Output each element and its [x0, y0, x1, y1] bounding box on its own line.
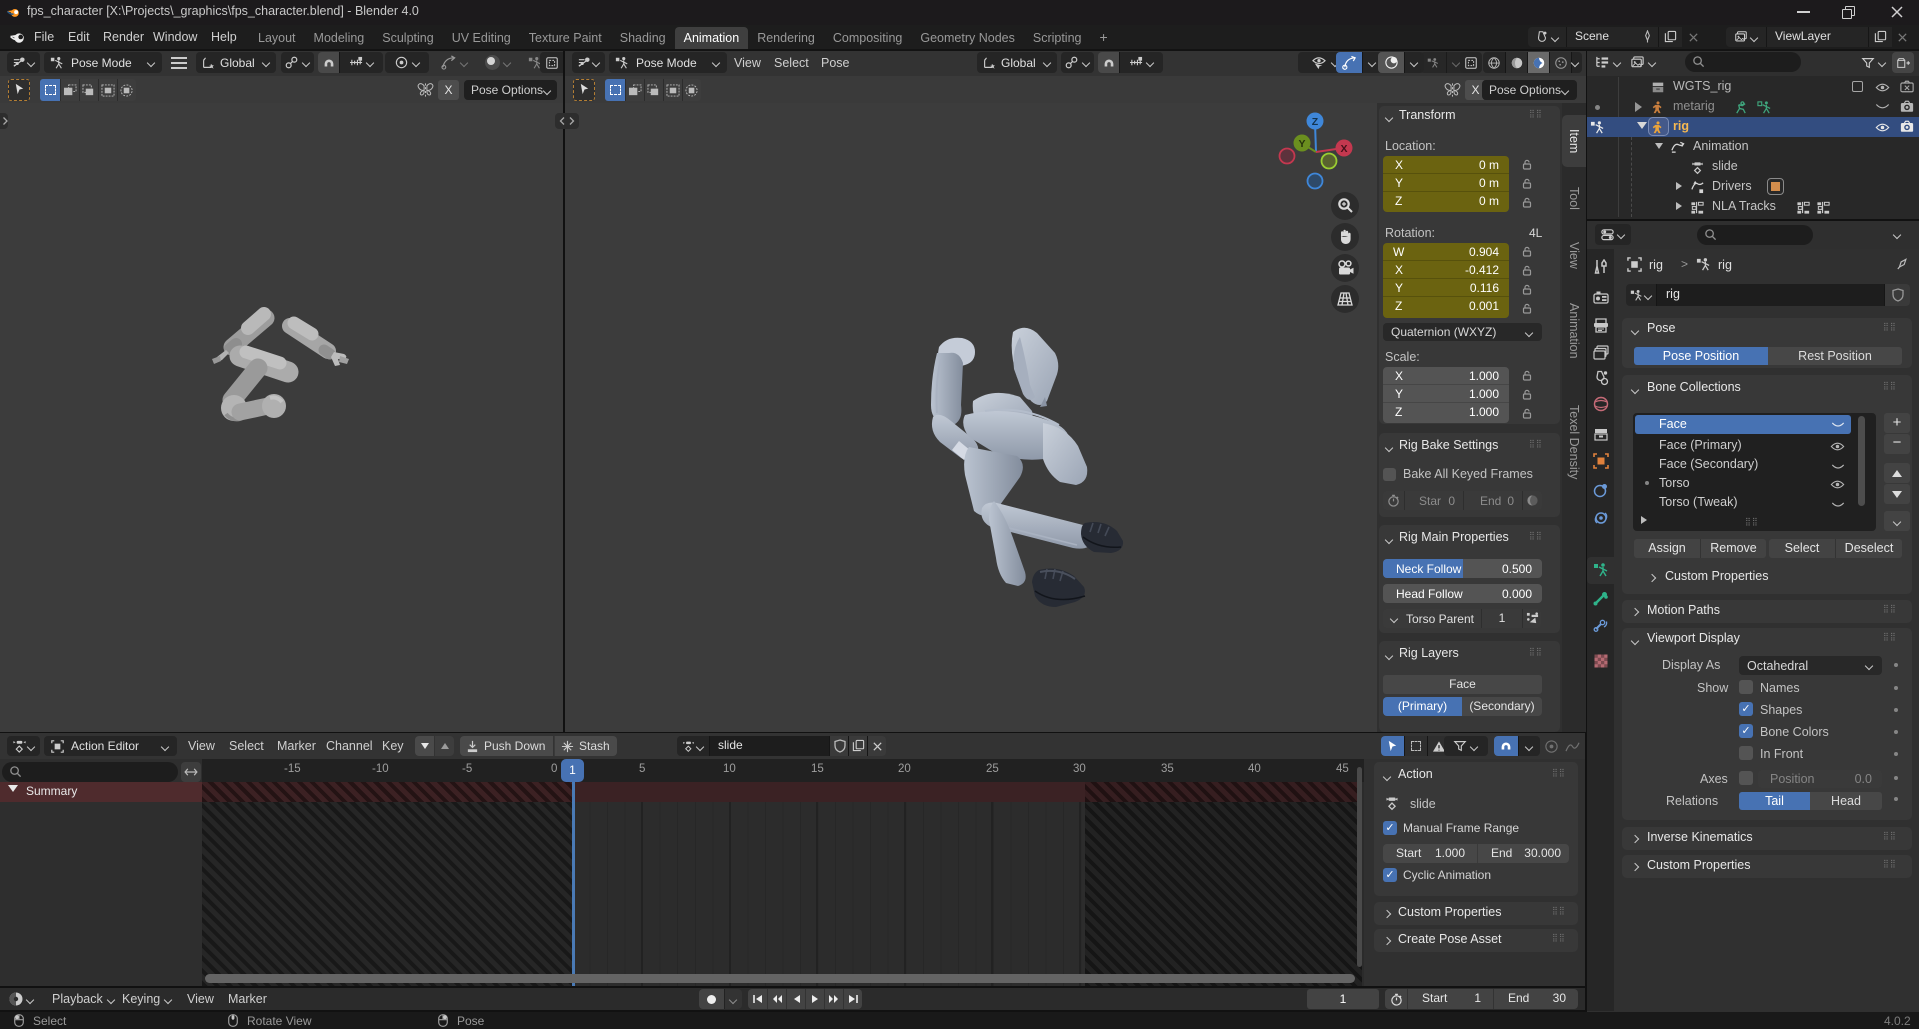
- svg-text:X: X: [1340, 143, 1347, 155]
- svg-text:Y: Y: [1298, 138, 1305, 150]
- svg-text:Z: Z: [1312, 116, 1319, 128]
